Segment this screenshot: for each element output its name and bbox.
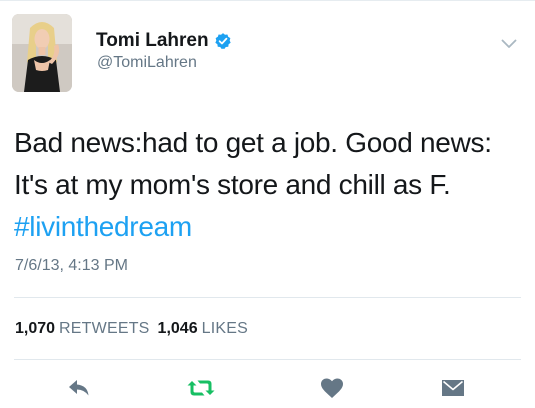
verified-badge-icon xyxy=(214,32,232,50)
reply-icon xyxy=(69,380,89,396)
likes-count: 1,046 xyxy=(157,320,198,337)
heart-icon xyxy=(321,378,343,398)
tweet-text: Bad news:had to get a job. Good news: It… xyxy=(14,122,524,248)
likes-label: LIKES xyxy=(201,320,248,337)
retweet-icon xyxy=(187,380,215,396)
hashtag-link[interactable]: #livinthedream xyxy=(14,206,524,248)
direct-message-button[interactable] xyxy=(440,375,466,401)
tweet-timestamp[interactable]: 7/6/13, 4:13 PM xyxy=(15,257,128,275)
reply-button[interactable] xyxy=(66,375,92,401)
user-handle[interactable]: @TomiLahren xyxy=(97,54,197,72)
retweets-label: RETWEETS xyxy=(59,320,150,337)
like-button[interactable] xyxy=(318,375,346,401)
chevron-down-icon[interactable] xyxy=(501,36,517,48)
retweets-stat[interactable]: 1,070 RETWEETS xyxy=(15,320,150,338)
avatar[interactable] xyxy=(12,14,72,92)
tweet-text-line-2: It's at my mom's store and chill as F. xyxy=(14,169,451,200)
tweet-stats: 1,070 RETWEETS 1,046 LIKES xyxy=(15,320,248,338)
divider xyxy=(14,359,521,360)
divider xyxy=(14,297,521,298)
display-name[interactable]: Tomi Lahren xyxy=(96,30,232,52)
direct-message-icon xyxy=(442,380,464,396)
avatar-image xyxy=(12,14,72,92)
tweet-text-line-1: Bad news:had to get a job. Good news: xyxy=(14,127,492,158)
likes-stat[interactable]: 1,046 LIKES xyxy=(158,320,248,338)
retweets-count: 1,070 xyxy=(15,320,56,337)
display-name-text[interactable]: Tomi Lahren xyxy=(96,30,209,52)
tweet-card: Tomi Lahren @TomiLahren Bad news:had to … xyxy=(0,0,535,408)
retweet-button[interactable] xyxy=(186,375,216,401)
